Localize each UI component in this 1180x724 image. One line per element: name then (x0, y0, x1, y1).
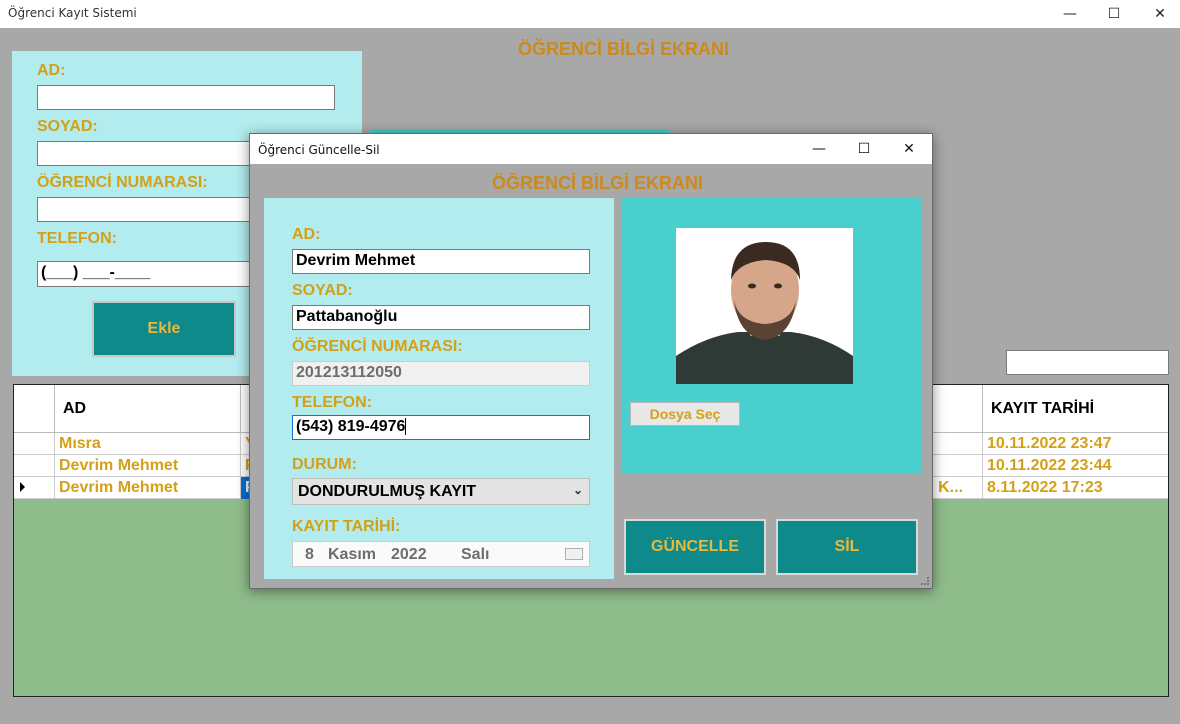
numara-input[interactable] (37, 197, 277, 222)
dialog-minimize-button[interactable]: — (796, 134, 842, 164)
update-delete-dialog: Öğrenci Güncelle-Sil — ☐ ✕ ÖĞRENCİ BİLGİ… (249, 133, 933, 589)
dialog-titlebar: Öğrenci Güncelle-Sil — ☐ ✕ (250, 134, 932, 164)
ad-input[interactable] (37, 85, 335, 110)
grid-corner-header[interactable] (14, 385, 55, 433)
soyad-label: SOYAD: (37, 118, 98, 135)
cell-ad[interactable]: Devrim Mehmet (55, 455, 241, 477)
current-row-arrow-icon (20, 482, 25, 492)
dialog-page-title: ÖĞRENCİ BİLGİ EKRANI (492, 173, 704, 193)
dialog-maximize-button[interactable]: ☐ (841, 134, 887, 164)
main-maximize-button[interactable]: ☐ (1091, 0, 1137, 28)
guncelle-button[interactable]: GÜNCELLE (624, 519, 766, 575)
kayit-tarihi-datepicker[interactable]: 8 Kasım 2022 Salı (292, 541, 590, 567)
cell-kayit-tarihi[interactable]: 10.11.2022 23:47 (983, 433, 1168, 455)
dialog-close-button[interactable]: ✕ (886, 134, 932, 164)
student-form-panel: AD: Devrim Mehmet SOYAD: Pattabanoğlu ÖĞ… (264, 198, 614, 579)
ekle-button[interactable]: Ekle (92, 301, 236, 357)
row-header[interactable] (14, 455, 55, 477)
numara-label: ÖĞRENCİ NUMARASI: (37, 174, 208, 191)
main-titlebar: Öğrenci Kayıt Sistemi — ☐ ✕ (0, 0, 1180, 28)
kayit-tarihi-label: KAYIT TARİHİ: (292, 518, 401, 535)
calendar-icon[interactable] (565, 548, 583, 560)
row-header[interactable] (14, 433, 55, 455)
numara-label: ÖĞRENCİ NUMARASI: (292, 338, 463, 355)
durum-select[interactable]: DONDURULMUŞ KAYIT ⌄ (292, 478, 590, 505)
soyad-input[interactable]: Pattabanoğlu (292, 305, 590, 330)
student-photo (676, 228, 853, 384)
main-close-button[interactable]: ✕ (1137, 0, 1180, 28)
telefon-input[interactable]: (___) ___-____ (37, 261, 277, 287)
column-header-kayit-tarihi[interactable]: KAYIT TARİHİ (983, 385, 1168, 433)
durum-selected-value: DONDURULMUŞ KAYIT (298, 483, 477, 500)
sil-button[interactable]: SİL (776, 519, 918, 575)
chevron-down-icon[interactable]: ⌄ (573, 483, 583, 497)
main-window-title: Öğrenci Kayıt Sistemi (8, 6, 137, 20)
column-header-ad[interactable]: AD (55, 385, 241, 433)
cell-kayit-tarihi[interactable]: 8.11.2022 17:23 (983, 477, 1168, 499)
durum-label: DURUM: (292, 456, 357, 473)
telefon-label: TELEFON: (292, 394, 372, 411)
photo-panel: Dosya Seç (622, 198, 921, 474)
row-header[interactable] (14, 477, 55, 499)
resize-grip-icon[interactable] (921, 577, 929, 585)
main-minimize-button[interactable]: — (1047, 0, 1093, 28)
search-input[interactable] (1006, 350, 1169, 375)
soyad-label: SOYAD: (292, 282, 353, 299)
date-weekday: Salı (461, 546, 490, 563)
text-caret (405, 418, 407, 436)
ad-input[interactable]: Devrim Mehmet (292, 249, 590, 274)
cell-kayit-tarihi[interactable]: 10.11.2022 23:44 (983, 455, 1168, 477)
telefon-label: TELEFON: (37, 230, 117, 247)
soyad-input[interactable] (37, 141, 277, 166)
ad-label: AD: (292, 226, 321, 243)
date-day: 8 (305, 546, 314, 563)
telefon-value: (543) 819-4976 (296, 418, 406, 435)
telefon-input[interactable]: (543) 819-4976 (292, 415, 590, 440)
dosya-sec-button[interactable]: Dosya Seç (630, 402, 740, 426)
numara-input: 201213112050 (292, 361, 590, 386)
ad-label: AD: (37, 62, 66, 79)
date-year: 2022 (391, 546, 427, 563)
date-month: Kasım (328, 546, 377, 563)
cell-ad[interactable]: Mısra (55, 433, 241, 455)
dialog-title: Öğrenci Güncelle-Sil (258, 143, 380, 157)
cell-ad[interactable]: Devrim Mehmet (55, 477, 241, 499)
main-page-title: ÖĞRENCİ BİLGİ EKRANI (518, 39, 730, 59)
